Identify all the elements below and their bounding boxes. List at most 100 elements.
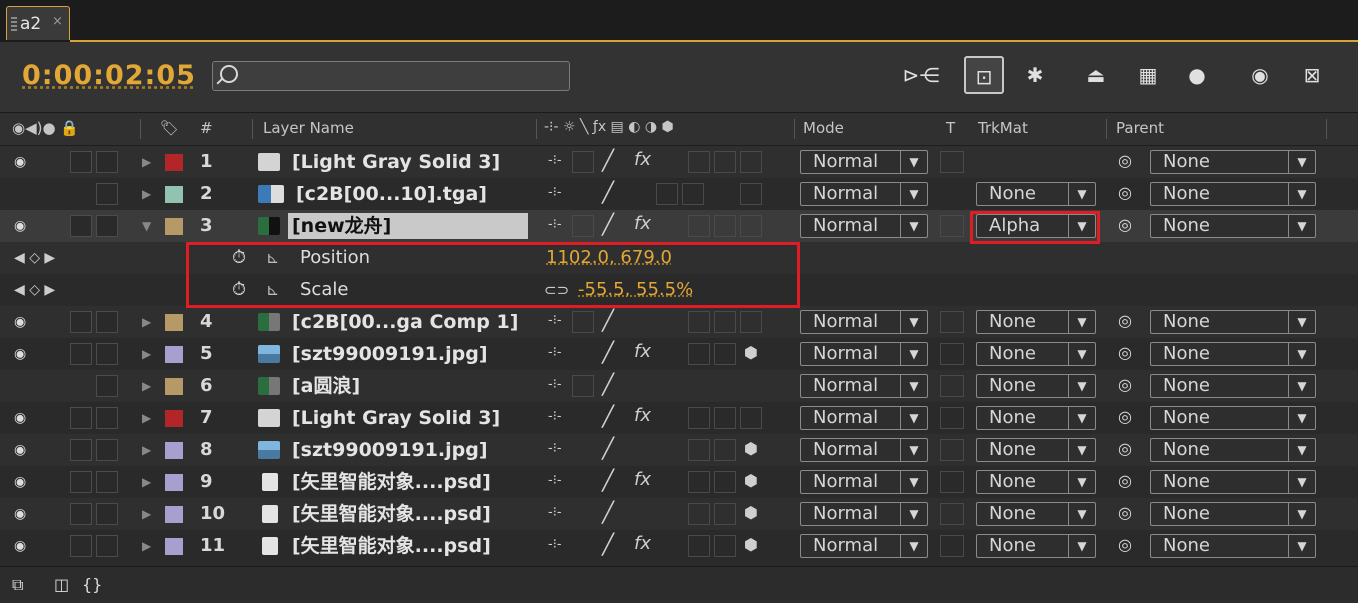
lock-toggle[interactable] <box>96 343 118 365</box>
layer-name-editing[interactable]: [new龙舟] <box>288 213 528 239</box>
expand-triangle-icon[interactable]: ▶ <box>142 370 151 402</box>
parent-dropdown[interactable]: None ▼ <box>1150 470 1316 494</box>
trkmat-dropdown[interactable]: None ▼ <box>976 182 1096 206</box>
solo-toggle[interactable] <box>70 535 92 557</box>
effects-switch-icon[interactable]: fx <box>634 533 651 554</box>
label-color-swatch[interactable] <box>165 410 183 427</box>
label-color-swatch[interactable] <box>165 506 183 523</box>
toggle-transfer-controls-icon[interactable]: ◫ <box>54 575 69 594</box>
pickwhip-icon[interactable]: ◎ <box>1118 503 1132 522</box>
parent-header[interactable]: Parent <box>1116 119 1164 137</box>
pickwhip-icon[interactable]: ◎ <box>1118 535 1132 554</box>
frame-blend-switch[interactable] <box>688 151 710 173</box>
shy-switch-icon[interactable]: -⁝- <box>548 505 562 520</box>
frame-blend-switch[interactable] <box>688 503 710 525</box>
shy-switch-icon[interactable]: -⁝- <box>548 537 562 552</box>
pickwhip-icon[interactable]: ◎ <box>1118 311 1132 330</box>
preserve-transparency-toggle[interactable] <box>940 151 964 173</box>
label-color-swatch[interactable] <box>165 186 183 203</box>
lock-toggle[interactable] <box>96 535 118 557</box>
preserve-transparency-toggle[interactable] <box>940 215 964 237</box>
expand-triangle-icon[interactable]: ▶ <box>142 402 151 434</box>
lock-toggle[interactable] <box>96 215 118 237</box>
number-header[interactable]: # <box>200 119 213 137</box>
tab-grip-icon[interactable] <box>11 17 17 31</box>
shy-switch-icon[interactable]: -⁝- <box>548 409 562 424</box>
visibility-eye-icon[interactable]: ◉ <box>14 498 36 530</box>
effects-switch-icon[interactable]: fx <box>634 341 651 362</box>
quality-switch-icon[interactable]: ╱ <box>602 532 614 556</box>
expand-triangle-icon[interactable]: ▶ <box>142 466 151 498</box>
motion-blur-switch[interactable] <box>714 439 736 461</box>
frame-blend-switch[interactable] <box>688 311 710 333</box>
motion-blur-icon[interactable]: ● <box>1176 56 1218 94</box>
label-color-swatch[interactable] <box>165 314 183 331</box>
trkmat-dropdown[interactable]: None ▼ <box>976 310 1096 334</box>
motion-blur-switch[interactable] <box>714 471 736 493</box>
effects-switch[interactable] <box>656 183 678 205</box>
shy-switch-icon[interactable]: -⁝- <box>548 377 562 392</box>
frame-blend-switch[interactable] <box>688 471 710 493</box>
visibility-eye-icon[interactable]: ◉ <box>14 146 36 178</box>
toggle-in-out-icon[interactable]: {} <box>82 575 102 594</box>
label-color-swatch[interactable] <box>165 346 183 363</box>
parent-dropdown[interactable]: None ▼ <box>1150 534 1316 558</box>
layer-name[interactable]: [a圆浪] <box>292 370 360 402</box>
lock-toggle[interactable] <box>96 503 118 525</box>
layer-name[interactable]: [szt99009191.jpg] <box>292 338 488 370</box>
parent-dropdown[interactable]: None ▼ <box>1150 502 1316 526</box>
trkmat-dropdown[interactable]: None ▼ <box>976 342 1096 366</box>
effects-switch-icon[interactable]: fx <box>634 469 651 490</box>
shy-switch-icon[interactable]: -⁝- <box>548 313 562 328</box>
layer-name[interactable]: [Light Gray Solid 3] <box>292 146 500 178</box>
motion-blur-switch[interactable] <box>714 151 736 173</box>
preserve-transparency-toggle[interactable] <box>940 439 964 461</box>
pickwhip-icon[interactable]: ◎ <box>1118 215 1132 234</box>
expand-triangle-icon[interactable]: ▶ <box>142 498 151 530</box>
collapse-switch[interactable] <box>572 151 594 173</box>
3d-layer-cube-icon[interactable]: ⬢ <box>744 471 758 490</box>
preserve-transparency-toggle[interactable] <box>940 471 964 493</box>
label-color-swatch[interactable] <box>165 474 183 491</box>
lock-toggle[interactable] <box>96 183 118 205</box>
pickwhip-icon[interactable]: ◎ <box>1118 375 1132 394</box>
effects-switch-icon[interactable]: fx <box>634 405 651 426</box>
keyframe-navigator-icon[interactable]: ◀ ◇ ▶ <box>14 274 55 306</box>
visibility-eye-icon[interactable]: ◉ <box>14 338 36 370</box>
quality-switch-icon[interactable]: ╱ <box>602 372 614 396</box>
preserve-transparency-toggle[interactable] <box>940 503 964 525</box>
3d-layer-switch[interactable] <box>740 151 762 173</box>
solo-toggle[interactable] <box>70 311 92 333</box>
preserve-transparency-toggle[interactable] <box>940 311 964 333</box>
label-color-swatch[interactable] <box>165 538 183 555</box>
mode-dropdown[interactable]: Normal ▼ <box>800 438 928 462</box>
mode-dropdown[interactable]: Normal ▼ <box>800 214 928 238</box>
draft-3d-icon[interactable]: ✱ <box>1014 56 1056 94</box>
solo-toggle[interactable] <box>70 471 92 493</box>
expand-triangle-icon[interactable]: ▶ <box>142 306 151 338</box>
motion-blur-switch[interactable] <box>714 535 736 557</box>
label-color-swatch[interactable] <box>165 218 183 235</box>
layer-row[interactable]: ◉ ▶ 4 [c2B[00...ga Comp 1] -⁝- ╱ Normal ▼… <box>0 306 1358 338</box>
graph-editor-icon[interactable]: ⊠ <box>1290 56 1334 94</box>
expand-triangle-icon[interactable]: ▶ <box>142 434 151 466</box>
3d-layer-switch[interactable] <box>740 407 762 429</box>
lock-toggle[interactable] <box>96 439 118 461</box>
effects-switch-icon[interactable]: fx <box>634 149 651 170</box>
trkmat-header[interactable]: TrkMat <box>978 119 1028 137</box>
mode-dropdown[interactable]: Normal ▼ <box>800 342 928 366</box>
layer-row[interactable]: ◉ ▶ 1 [Light Gray Solid 3] -⁝- ╱ fx Norm… <box>0 146 1358 178</box>
collapse-switch[interactable] <box>572 311 594 333</box>
frame-blend-switch[interactable] <box>688 343 710 365</box>
comp-mini-flowchart-icon[interactable]: ⊳⋲ <box>898 56 944 94</box>
search-input[interactable] <box>243 65 567 89</box>
expand-triangle-icon[interactable]: ▶ <box>142 338 151 370</box>
lock-toggle[interactable] <box>96 151 118 173</box>
3d-layer-switch[interactable] <box>740 215 762 237</box>
collapse-triangle-icon[interactable]: ▼ <box>142 210 151 242</box>
shy-switch-icon[interactable]: -⁝- <box>548 345 562 360</box>
mode-header[interactable]: Mode <box>803 119 844 137</box>
frame-blending-icon[interactable]: ▦ <box>1128 56 1168 94</box>
layer-name[interactable]: [szt99009191.jpg] <box>292 434 488 466</box>
mode-dropdown[interactable]: Normal ▼ <box>800 310 928 334</box>
